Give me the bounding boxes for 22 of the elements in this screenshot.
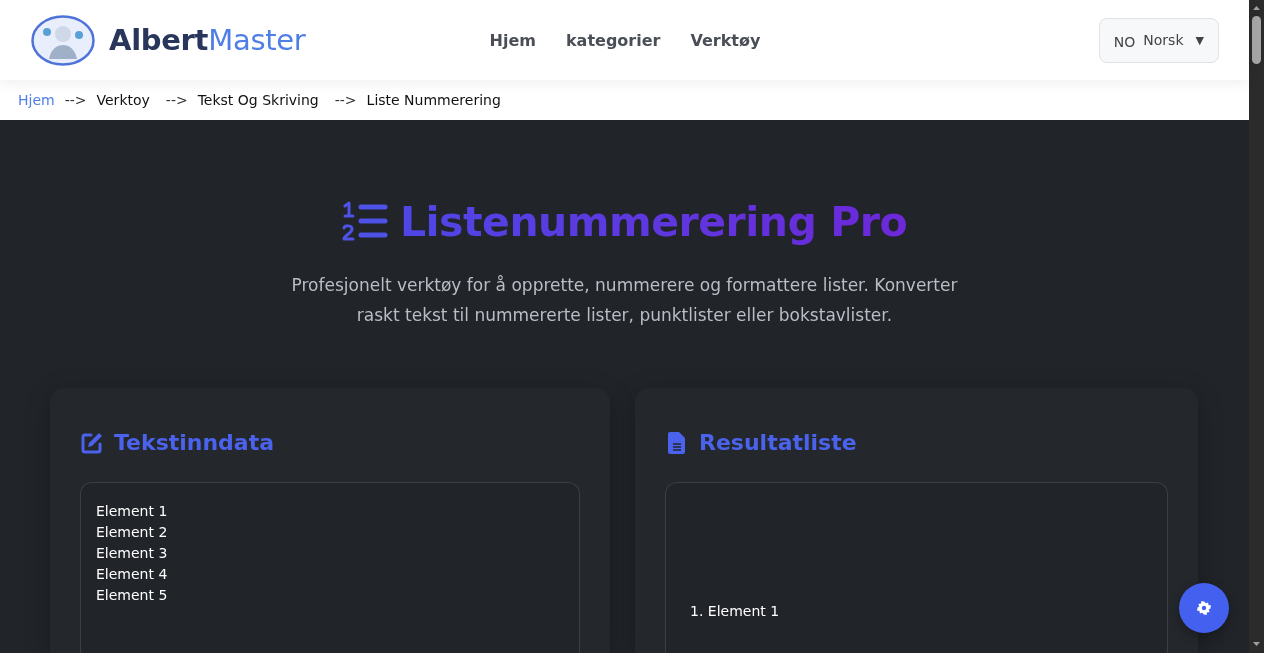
edit-icon: [80, 431, 104, 455]
panel-title: Tekstinndata: [114, 429, 275, 457]
language-button[interactable]: NO Norsk ▼: [1098, 17, 1219, 63]
breadcrumb-separator: -->: [165, 92, 188, 108]
result-item: 1. Element 1: [690, 602, 781, 621]
breadcrumb-item: Liste Nummerering: [366, 92, 501, 108]
logo-drawing[interactable]: [31, 14, 95, 66]
brand-name[interactable]: AlbertMaster: [109, 23, 306, 57]
breadcrumb-link[interactable]: Hjem: [18, 92, 55, 108]
input-field[interactable]: Element 1 Element 2 Element 3 Element 4 Element 5: [81, 483, 579, 653]
nav-link[interactable]: kategorier: [565, 30, 661, 50]
breadcrumb-separator: -->: [64, 92, 87, 108]
nav-link[interactable]: Hjem: [489, 30, 536, 50]
breadcrumb-item: Verktoy: [96, 92, 150, 108]
settings-button[interactable]: [1179, 583, 1229, 633]
panel-title: Resultatliste: [699, 429, 857, 457]
numbered-list-icon: [341, 201, 388, 243]
settings-icon: [1197, 601, 1211, 615]
breadcrumb-item: Tekst Og Skriving: [197, 92, 319, 108]
breadcrumb-separator: -->: [334, 92, 357, 108]
page-description: Profesjonelt verktøy for å opprette, nummerere og formattere lister. Konverter raskt tekst til nummererte lister, punktlister eller bokstavlister.: [290, 274, 959, 327]
nav-link[interactable]: Verktøy: [690, 30, 761, 50]
